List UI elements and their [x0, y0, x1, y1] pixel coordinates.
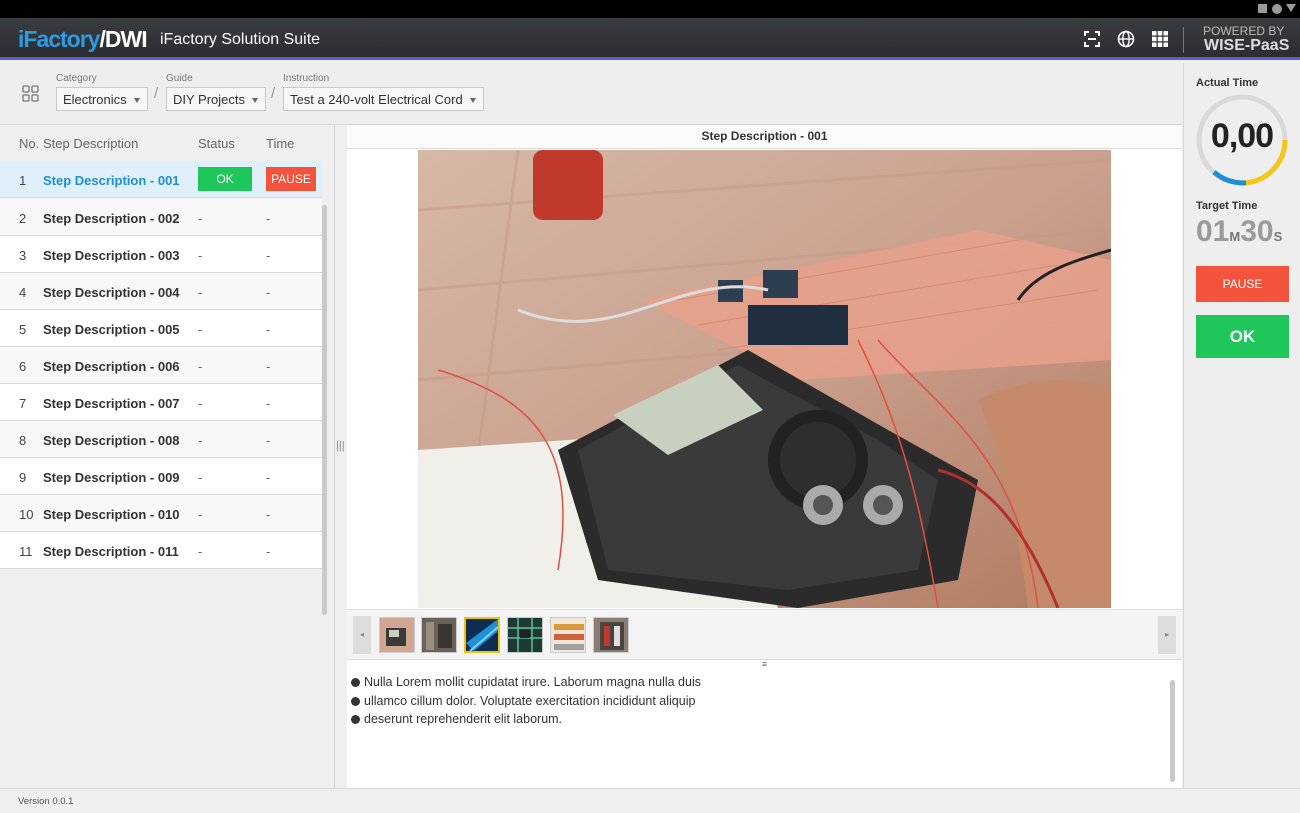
list-item: deserunt reprehenderit elit laborum.	[350, 712, 701, 731]
table-row[interactable]: 3 Step Description - 003 - -	[0, 236, 322, 273]
actual-time-value: 0,00	[1210, 117, 1274, 155]
window-circle-icon[interactable]	[1272, 4, 1282, 14]
bullet-icon	[351, 696, 360, 706]
column-no: No.	[19, 136, 40, 151]
step-list-panel: No. Step Description Status Time 1 Step …	[0, 125, 335, 788]
thumbnail[interactable]	[593, 617, 629, 653]
step-ok-button[interactable]: OK	[198, 167, 252, 191]
thumbnail[interactable]	[464, 617, 500, 653]
powered-by-label: POWERED BY	[1203, 24, 1285, 38]
instruction-label: Instruction	[283, 73, 330, 84]
breadcrumb-separator: /	[154, 85, 159, 102]
step-list-scrollbar[interactable]	[322, 205, 327, 615]
app-title: iFactory Solution Suite	[160, 31, 321, 48]
bullet-icon	[351, 715, 360, 724]
pause-button[interactable]: PAUSE	[1196, 266, 1289, 302]
ok-button[interactable]: OK	[1196, 315, 1289, 358]
chevron-down-icon	[252, 98, 259, 103]
fullscreen-icon[interactable]	[1083, 30, 1101, 48]
target-time-label: Target Time	[1196, 200, 1258, 212]
chevron-down-icon	[469, 98, 476, 103]
thumbnail[interactable]	[421, 617, 457, 653]
table-row[interactable]: 11 Step Description - 011 - -	[0, 532, 322, 569]
table-row[interactable]: 7 Step Description - 007 - -	[0, 384, 322, 421]
panel-resize-handle[interactable]: |||	[336, 440, 345, 452]
target-time-value: 01M30S	[1196, 215, 1283, 248]
notes-scrollbar[interactable]	[1170, 680, 1175, 782]
step-pause-button[interactable]: PAUSE	[266, 167, 316, 191]
guide-select[interactable]: DIY Projects	[166, 87, 267, 111]
thumbnail[interactable]	[379, 617, 415, 653]
system-bar	[0, 0, 1300, 18]
app-header: iFactory/DWI iFactory Solution Suite POW…	[0, 18, 1300, 60]
instruction-dropdown-group: Instruction Test a 240-volt Electrical C…	[283, 73, 484, 111]
step-notes: Nulla Lorem mollit cupidatat irure. Labo…	[350, 675, 701, 731]
table-row[interactable]: 9 Step Description - 009 - -	[0, 458, 322, 495]
wise-paas-brand: WISE-PaaS	[1204, 37, 1290, 54]
timer-panel: Actual Time 0,00 Target Time 01M30S PAUS…	[1183, 63, 1300, 788]
status-bar: Version 0.0.1	[0, 788, 1300, 813]
step-list-header: No. Step Description Status Time	[0, 125, 334, 161]
table-row[interactable]: 2 Step Description - 002 - -	[0, 199, 322, 236]
thumbnail[interactable]	[550, 617, 586, 653]
step-viewer: Step Description - 001 ◂ ▸ ≡ Nulla Lorem…	[347, 125, 1182, 788]
thumbnail-next-icon[interactable]: ▸	[1158, 616, 1176, 654]
notes-resize-handle[interactable]: ≡	[347, 659, 1182, 669]
list-item: ullamco cillum dolor. Voluptate exercita…	[350, 694, 701, 713]
category-label: Category	[56, 73, 97, 84]
window-square-icon[interactable]	[1258, 4, 1267, 13]
step-photo	[418, 150, 1111, 608]
thumbnail[interactable]	[507, 617, 543, 653]
table-row[interactable]: 4 Step Description - 004 - -	[0, 273, 322, 310]
viewer-title: Step Description - 001	[347, 125, 1182, 149]
table-row[interactable]: 8 Step Description - 008 - -	[0, 421, 322, 458]
window-triangle-icon[interactable]	[1286, 4, 1296, 12]
actual-time-label: Actual Time	[1196, 77, 1259, 89]
header-divider	[1183, 27, 1184, 53]
bullet-icon	[351, 678, 360, 687]
apps-grid-icon[interactable]	[1151, 30, 1169, 48]
table-row[interactable]: 10 Step Description - 010 - -	[0, 495, 322, 532]
column-description: Step Description	[43, 136, 139, 151]
breadcrumb-separator: /	[271, 85, 276, 102]
column-status: Status	[198, 136, 235, 151]
guide-label: Guide	[166, 73, 193, 84]
guide-dropdown-group: Guide DIY Projects	[166, 73, 267, 111]
version-label: Version 0.0.1	[18, 796, 74, 807]
chevron-down-icon	[133, 98, 140, 103]
app-logo: iFactory/DWI	[18, 26, 148, 52]
category-select[interactable]: Electronics	[56, 87, 148, 111]
category-grid-icon[interactable]	[22, 85, 39, 102]
list-item: Nulla Lorem mollit cupidatat irure. Labo…	[350, 675, 701, 694]
breadcrumb: Category Electronics / Guide DIY Project…	[0, 63, 1182, 125]
table-row[interactable]: 6 Step Description - 006 - -	[0, 347, 322, 384]
thumbnail-prev-icon[interactable]: ◂	[353, 616, 371, 654]
table-row[interactable]: 5 Step Description - 005 - -	[0, 310, 322, 347]
category-dropdown-group: Category Electronics	[56, 73, 148, 111]
globe-icon[interactable]	[1117, 30, 1135, 48]
thumbnail-strip: ◂ ▸	[347, 609, 1182, 659]
table-row[interactable]: 1 Step Description - 001 OK PAUSE	[0, 161, 322, 198]
column-time: Time	[266, 136, 295, 151]
instruction-select[interactable]: Test a 240-volt Electrical Cord	[283, 87, 484, 111]
